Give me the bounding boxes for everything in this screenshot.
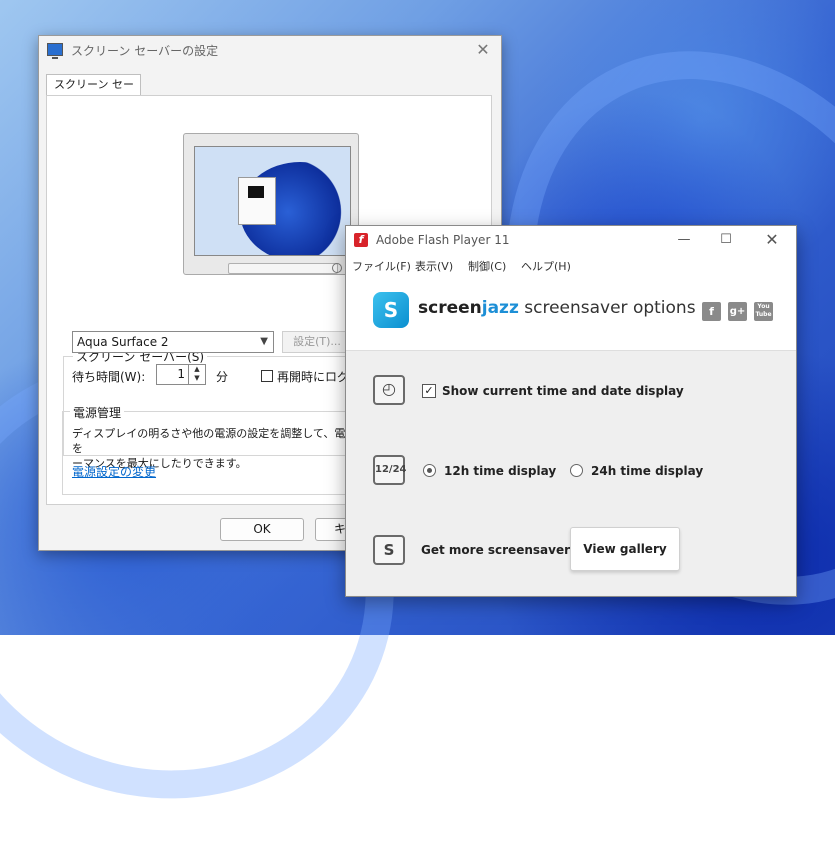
settings-button[interactable]: 設定(T)... bbox=[282, 331, 352, 353]
show-time-checkbox[interactable]: ✓ bbox=[422, 384, 436, 398]
power-description-line-1: ディスプレイの明るさや他の電源の設定を調整して、電力を bbox=[72, 427, 357, 455]
menu-help[interactable]: ヘルプ(H) bbox=[521, 258, 571, 274]
radio-24h[interactable] bbox=[570, 464, 583, 477]
wait-value: 1 bbox=[177, 367, 185, 381]
wait-label: 待ち時間(W): bbox=[72, 370, 146, 384]
get-more-label: Get more screensavers bbox=[421, 543, 578, 557]
flash-icon: f bbox=[354, 233, 368, 247]
monitor-power-icon bbox=[332, 263, 342, 273]
option-row-format: 12/24 12h time display 24h time display bbox=[346, 431, 796, 512]
view-gallery-button[interactable]: View gallery bbox=[570, 527, 680, 571]
screenjazz-small-icon: S bbox=[373, 535, 405, 565]
radio-12h[interactable] bbox=[423, 464, 436, 477]
google-plus-icon[interactable]: g+ bbox=[728, 302, 747, 321]
power-settings-link[interactable]: 電源設定の変更 bbox=[72, 463, 156, 480]
time-format-icon: 12/24 bbox=[373, 455, 406, 485]
screensaver-select[interactable]: Aqua Surface 2 ▼ bbox=[72, 331, 274, 353]
preview-window bbox=[238, 177, 276, 225]
resume-logon-checkbox[interactable] bbox=[261, 370, 273, 382]
maximize-button[interactable]: ☐ bbox=[714, 230, 738, 250]
wait-unit: 分 bbox=[216, 370, 229, 384]
brand-rest: screensaver options bbox=[518, 298, 696, 318]
close-button[interactable]: ✕ bbox=[473, 40, 493, 60]
title-bar: f Adobe Flash Player 11 — ☐ ✕ bbox=[346, 226, 796, 255]
close-button[interactable]: ✕ bbox=[760, 230, 784, 250]
menu-view[interactable]: 表示(V) bbox=[415, 258, 453, 274]
monitor-base bbox=[228, 263, 338, 274]
radio-24h-label: 24h time display bbox=[591, 464, 704, 478]
ok-button[interactable]: OK bbox=[220, 518, 304, 541]
brand-accent: jazz bbox=[481, 298, 519, 318]
option-row-time: ◴ ✓ Show current time and date display bbox=[346, 351, 796, 432]
monitor-icon bbox=[47, 43, 63, 59]
screensaver-select-value: Aqua Surface 2 bbox=[77, 335, 169, 349]
options-header: S screenjazz screensaver options f g+ Yo… bbox=[346, 276, 796, 351]
youtube-icon[interactable]: You Tube bbox=[754, 302, 773, 321]
brand-title: screenjazz screensaver options bbox=[418, 298, 696, 318]
menu-bar: ファイル(F) 表示(V) 制御(C) ヘルプ(H) bbox=[346, 255, 796, 277]
window-title: Adobe Flash Player 11 bbox=[376, 233, 510, 247]
facebook-icon[interactable]: f bbox=[702, 302, 721, 321]
radio-12h-label: 12h time display bbox=[444, 464, 557, 478]
minimize-button[interactable]: — bbox=[672, 230, 696, 250]
title-bar: スクリーン セーバーの設定 ✕ bbox=[39, 36, 501, 64]
clock-icon: ◴ bbox=[373, 375, 405, 405]
preview-monitor bbox=[183, 133, 359, 275]
menu-control[interactable]: 制御(C) bbox=[468, 258, 506, 274]
chevron-down-icon: ▼ bbox=[260, 336, 268, 347]
wait-stepper[interactable]: 1 ▲ ▼ bbox=[156, 364, 206, 385]
power-group-label: 電源管理 bbox=[70, 404, 125, 421]
tab-screensaver[interactable]: スクリーン セーバー bbox=[46, 74, 141, 111]
brand-bold: screen bbox=[418, 298, 482, 318]
show-time-label: Show current time and date display bbox=[442, 384, 684, 398]
menu-file[interactable]: ファイル(F) bbox=[352, 258, 411, 274]
stepper-arrows[interactable]: ▲ ▼ bbox=[188, 365, 205, 384]
dialog-title: スクリーン セーバーの設定 bbox=[71, 44, 219, 58]
flash-player-window: f Adobe Flash Player 11 — ☐ ✕ ファイル(F) 表示… bbox=[345, 225, 797, 597]
preview-screen bbox=[194, 146, 351, 256]
screenjazz-logo-icon: S bbox=[373, 292, 409, 328]
